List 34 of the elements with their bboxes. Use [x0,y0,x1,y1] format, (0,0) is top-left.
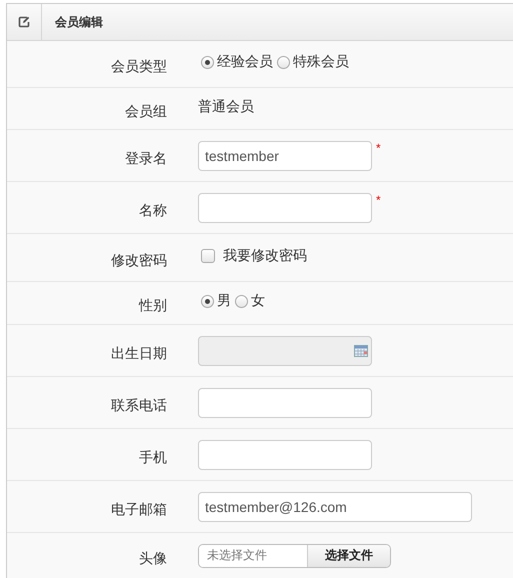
input-field[interactable] [198,440,372,470]
option-label: 特殊会员 [293,53,349,71]
field-label: 修改密码 [110,250,167,270]
radio-button[interactable] [277,56,290,68]
field-label: 名称 [138,200,167,220]
field-label: 性别 [138,296,167,315]
edit-icon [18,16,30,28]
choose-file-button[interactable]: 选择文件 [307,544,390,566]
option-label: 男 [217,292,231,310]
input-field[interactable]: testmember@126.com [198,492,472,522]
file-status: 未选择文件 [199,544,307,566]
checkbox[interactable] [201,248,215,262]
field-label: 出生日期 [110,344,167,362]
checkbox-label: 我要修改密码 [223,246,307,264]
required-mark: * [376,192,381,206]
field-label: 联系电话 [110,396,167,414]
field-label: 登录名 [124,148,167,168]
field-label: 电子邮箱 [110,500,167,518]
input-field[interactable]: testmember [198,140,372,170]
field-label: 手机 [138,448,167,466]
file-picker[interactable]: 未选择文件 选择文件 [198,544,391,568]
option-label: 女 [251,292,265,310]
field-value: 普通会员 [198,98,254,116]
radio-button[interactable] [235,294,248,308]
input-field[interactable] [198,192,372,222]
input-field[interactable] [198,388,372,418]
field-label: 会员组 [124,102,167,120]
required-mark: * [376,140,381,154]
field-label: 头像 [138,548,167,568]
radio-button[interactable] [201,294,214,308]
field-label: 会员类型 [110,57,167,76]
panel-title: 会员编辑 [54,14,103,30]
option-label: 经验会员 [217,53,273,71]
radio-button[interactable] [201,56,214,68]
